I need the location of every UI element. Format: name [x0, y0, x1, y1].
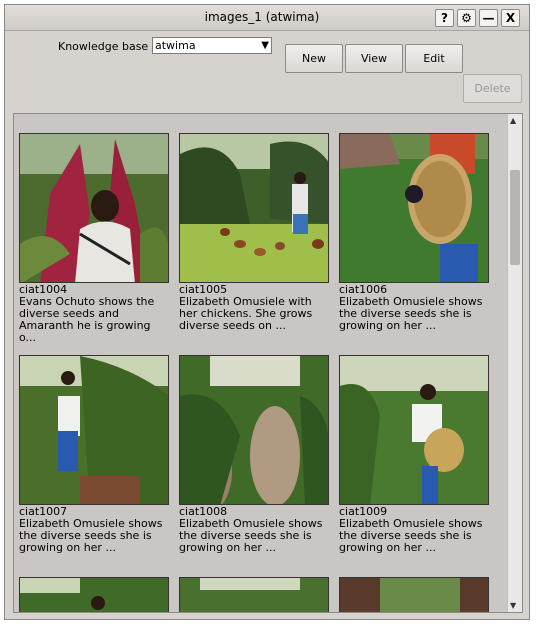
image-card[interactable]: ciat1009 Elizabeth Omusiele shows the di… — [339, 355, 489, 554]
image-card[interactable]: ciat1007 Elizabeth Omusiele shows the di… — [19, 355, 169, 554]
close-button[interactable]: X — [501, 9, 520, 27]
help-button[interactable]: ? — [435, 9, 454, 27]
image-thumbnail[interactable] — [179, 355, 329, 505]
image-card[interactable]: ciat1006 Elizabeth Omusiele shows the di… — [339, 133, 489, 332]
window-title: images_1 (atwima) — [204, 10, 320, 24]
vertical-scrollbar[interactable]: ▲ ▼ — [507, 114, 522, 612]
image-caption: Elizabeth Omusiele with her chickens. Sh… — [179, 295, 313, 332]
image-thumbnail[interactable] — [19, 133, 169, 283]
image-caption: Elizabeth Omusiele shows the diverse see… — [339, 517, 483, 554]
minimize-button[interactable]: — — [479, 9, 498, 27]
image-caption: Elizabeth Omusiele shows the diverse see… — [339, 295, 483, 332]
new-button[interactable]: New — [285, 44, 343, 73]
image-thumbnail[interactable] — [179, 133, 329, 283]
knowledge-base-value: atwima — [155, 39, 196, 52]
image-thumbnail[interactable] — [339, 577, 489, 612]
image-caption: Elizabeth Omusiele shows the diverse see… — [19, 517, 163, 554]
image-card[interactable]: ciat1004 Evans Ochuto shows the diverse … — [19, 133, 169, 344]
scroll-down-icon[interactable]: ▼ — [510, 601, 516, 610]
image-thumbnail[interactable] — [179, 577, 329, 612]
knowledge-base-select[interactable]: atwima ▼ — [152, 37, 272, 54]
image-card[interactable] — [19, 577, 169, 612]
image-card[interactable]: ciat1005 Elizabeth Omusiele with her chi… — [179, 133, 329, 332]
image-thumbnail[interactable] — [339, 133, 489, 283]
image-card[interactable]: ciat1008 Elizabeth Omusiele shows the di… — [179, 355, 329, 554]
image-card[interactable] — [179, 577, 329, 612]
gear-icon: ⚙ — [461, 11, 472, 25]
app-window: images_1 (atwima) ? ⚙ — X Knowledge base… — [4, 4, 530, 620]
image-thumbnail[interactable] — [19, 355, 169, 505]
settings-button[interactable]: ⚙ — [457, 9, 476, 27]
image-thumbnail[interactable] — [19, 577, 169, 612]
image-thumbnail[interactable] — [339, 355, 489, 505]
image-caption: Evans Ochuto shows the diverse seeds and… — [19, 295, 155, 344]
edit-button[interactable]: Edit — [405, 44, 463, 73]
scroll-thumb[interactable] — [510, 170, 520, 265]
view-button[interactable]: View — [345, 44, 403, 73]
image-caption: Elizabeth Omusiele shows the diverse see… — [179, 517, 323, 554]
image-card[interactable] — [339, 577, 489, 612]
scroll-up-icon[interactable]: ▲ — [510, 116, 516, 125]
delete-button[interactable]: Delete — [463, 74, 522, 103]
image-gallery[interactable]: ciat1004 Evans Ochuto shows the diverse … — [13, 113, 523, 613]
knowledge-base-label: Knowledge base — [58, 40, 149, 53]
title-bar[interactable]: images_1 (atwima) ? ⚙ — X — [5, 5, 529, 31]
chevron-down-icon: ▼ — [261, 40, 269, 51]
